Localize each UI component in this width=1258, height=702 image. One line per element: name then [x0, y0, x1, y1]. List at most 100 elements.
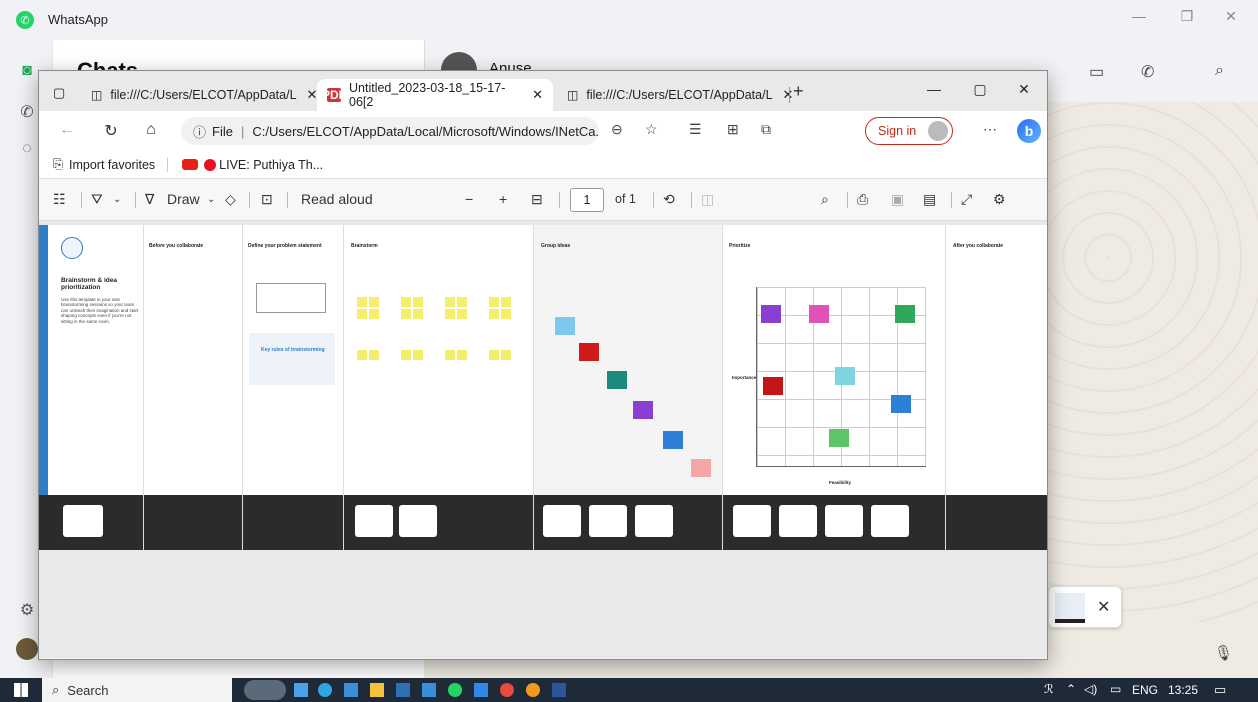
- vscode-icon[interactable]: [474, 683, 488, 697]
- collections-icon[interactable]: ⊞: [727, 121, 739, 138]
- people-icon[interactable]: ℛ: [1044, 682, 1054, 696]
- pdf-icon: PDF: [322, 88, 346, 102]
- close-tab-icon[interactable]: ✕: [532, 87, 543, 103]
- idea-note: [555, 317, 575, 335]
- widgets-icon[interactable]: [244, 680, 286, 700]
- chats-icon[interactable]: ◙: [16, 62, 38, 84]
- tab-pdf[interactable]: PDF Untitled_2023-03-18_15-17-06[2 ✕: [317, 79, 553, 111]
- chevron-down-icon[interactable]: ⌄: [207, 194, 215, 205]
- whatsapp-taskbar-icon[interactable]: [448, 683, 462, 697]
- more-options-icon[interactable]: ⋯: [983, 121, 997, 138]
- edge-maximize-icon[interactable]: ▢: [965, 81, 995, 98]
- start-icon[interactable]: [14, 683, 28, 697]
- search-icon[interactable]: ⌕: [1215, 62, 1224, 80]
- fit-page-icon[interactable]: ⊟: [531, 191, 543, 208]
- url-field[interactable]: ⓘ File | C:/Users/ELCOT/AppData/Local/Mi…: [181, 117, 599, 145]
- language-indicator[interactable]: ENG: [1132, 683, 1158, 697]
- back-icon[interactable]: ←: [55, 121, 79, 139]
- save-icon[interactable]: ▣: [891, 191, 904, 208]
- info-icon[interactable]: ⓘ: [193, 122, 206, 141]
- home-icon[interactable]: ⌂: [139, 121, 163, 139]
- favorites-list-icon[interactable]: ☰: [689, 121, 702, 138]
- sign-in-button[interactable]: Sign in: [865, 117, 953, 145]
- volume-icon[interactable]: ◁): [1084, 682, 1097, 696]
- chrome-icon[interactable]: [500, 683, 514, 697]
- close-icon[interactable]: ✕: [1216, 8, 1246, 25]
- page-icon: ◫: [91, 88, 103, 102]
- edge-taskbar-icon[interactable]: [318, 683, 332, 697]
- dismiss-icon[interactable]: ✕: [1097, 597, 1110, 617]
- priority-note: [891, 395, 911, 413]
- settings-icon[interactable]: ⚙: [16, 600, 38, 622]
- app-icon[interactable]: [422, 683, 436, 697]
- clock[interactable]: 13:25: [1168, 683, 1198, 697]
- page-view-icon[interactable]: ◫: [701, 191, 714, 208]
- zoom-icon[interactable]: ⊖: [611, 121, 623, 138]
- sticky-note: [489, 309, 499, 319]
- restore-icon[interactable]: ❐: [1172, 8, 1202, 25]
- image-preview-toast[interactable]: ✕: [1048, 586, 1122, 628]
- new-tab-icon[interactable]: +: [793, 81, 804, 102]
- tab-file-2[interactable]: ◫ file:///C:/Users/ELCOT/AppData/L ✕: [557, 79, 793, 111]
- sticky-note: [413, 297, 423, 307]
- live-favorite-link[interactable]: LIVE: Puthiya Th...: [182, 158, 323, 172]
- firefox-icon[interactable]: [526, 683, 540, 697]
- tray-chevron-icon[interactable]: ⌃: [1066, 682, 1076, 696]
- edge-close-icon[interactable]: ✕: [1009, 81, 1039, 98]
- sticky-note: [501, 350, 511, 360]
- find-icon[interactable]: ⌕: [821, 191, 829, 208]
- favorite-star-icon[interactable]: ☆: [645, 121, 658, 138]
- refresh-icon[interactable]: ↻: [99, 121, 123, 141]
- tab-actions-icon[interactable]: ▢: [53, 85, 65, 101]
- voice-call-icon[interactable]: ✆: [1141, 62, 1154, 82]
- status-icon[interactable]: ◌: [16, 140, 38, 162]
- draw-icon[interactable]: ∇: [145, 191, 154, 208]
- tab-strip: ▢ ◫ file:///C:/Users/ELCOT/AppData/L ✕ P…: [39, 71, 1047, 111]
- microphone-icon[interactable]: 🎙: [1214, 644, 1233, 662]
- video-call-icon[interactable]: ▭: [1089, 62, 1104, 82]
- pdf-settings-icon[interactable]: ⚙: [993, 191, 1006, 208]
- battery-icon[interactable]: ▭: [1110, 682, 1121, 696]
- tab-separator: [789, 87, 790, 103]
- tab-file-1[interactable]: ◫ file:///C:/Users/ELCOT/AppData/L ✕: [81, 79, 317, 111]
- axis-feasibility: Feasibility: [829, 480, 852, 485]
- notifications-icon[interactable]: ▭: [1214, 682, 1226, 698]
- fullscreen-icon[interactable]: ⤢: [961, 191, 972, 208]
- image-thumbnail[interactable]: [1055, 593, 1085, 623]
- text-box-icon[interactable]: ⊡: [261, 191, 273, 208]
- bing-copilot-icon[interactable]: b: [1017, 119, 1041, 143]
- minimize-icon[interactable]: —: [1124, 8, 1154, 24]
- group-ideas-area: [534, 225, 722, 495]
- file-explorer-icon[interactable]: [370, 683, 384, 697]
- mail-icon[interactable]: [294, 683, 308, 697]
- calls-icon[interactable]: ✆: [16, 102, 38, 124]
- pdf-toolbar: ☷ ⛛ ⌄ ∇ Draw ⌄ ◇ ⊡ Read aloud − + ⊟ 1 of…: [39, 179, 1047, 221]
- pdf-page: Brainstorm & idea prioritization Use thi…: [39, 225, 1047, 550]
- store-icon[interactable]: [344, 683, 358, 697]
- sticky-note: [445, 297, 455, 307]
- read-aloud-button[interactable]: Read aloud: [301, 191, 373, 207]
- whatsapp-title: WhatsApp: [48, 12, 108, 27]
- save-as-icon[interactable]: ▤: [923, 191, 936, 208]
- contents-icon[interactable]: ☷: [53, 191, 66, 208]
- close-tab-icon[interactable]: ✕: [783, 87, 794, 103]
- profile-avatar[interactable]: [16, 638, 38, 660]
- highlight-icon[interactable]: ⛛: [91, 191, 103, 208]
- edge-minimize-icon[interactable]: —: [919, 81, 949, 97]
- print-icon[interactable]: ⎙: [857, 191, 868, 208]
- taskbar-search[interactable]: ⌕ Search: [42, 678, 232, 702]
- zoom-out-icon[interactable]: −: [465, 191, 473, 207]
- page-number-input[interactable]: 1: [570, 188, 604, 212]
- extensions-icon[interactable]: ⧉: [761, 121, 771, 138]
- favorites-separator: [167, 157, 169, 172]
- page-count: of 1: [615, 192, 636, 206]
- chevron-down-icon[interactable]: ⌄: [113, 194, 121, 205]
- rotate-icon[interactable]: ⟲: [663, 191, 675, 208]
- word-icon[interactable]: [552, 683, 566, 697]
- draw-button[interactable]: Draw: [167, 191, 200, 207]
- zoom-in-icon[interactable]: +: [499, 191, 507, 207]
- close-tab-icon[interactable]: ✕: [307, 87, 318, 103]
- app-icon[interactable]: [396, 683, 410, 697]
- import-favorites-link[interactable]: ⎘ Import favorites: [53, 157, 155, 172]
- eraser-icon[interactable]: ◇: [225, 191, 236, 208]
